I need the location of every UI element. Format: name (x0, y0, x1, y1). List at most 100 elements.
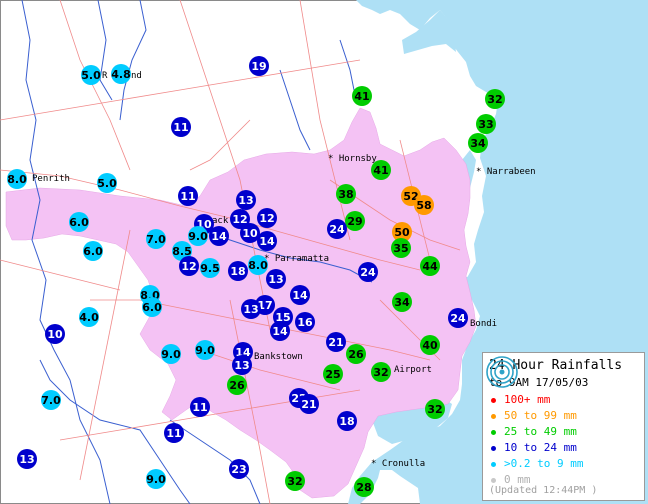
gauge-value: 24 (360, 266, 376, 279)
gauge-value: 50 (394, 226, 410, 239)
rain-gauge-badge: 9.0 (195, 340, 215, 360)
gauge-value: 35 (393, 242, 408, 255)
gauge-value: 6.0 (83, 245, 103, 258)
rain-gauge-badge: 25 (323, 364, 343, 384)
gauge-value: 11 (180, 190, 195, 203)
gauge-value: 25 (325, 368, 340, 381)
rain-gauge-badge: 44 (420, 256, 440, 276)
gauge-value: 34 (470, 137, 486, 150)
rain-gauge-badge: 6.0 (69, 212, 89, 232)
rain-gauge-badge: 14 (209, 226, 229, 246)
gauge-value: 14 (292, 289, 308, 302)
rain-gauge-badge: 29 (345, 211, 365, 231)
legend-dot-icon (491, 445, 496, 451)
gauge-value: 8.0 (248, 259, 268, 272)
gauge-value: 12 (181, 260, 196, 273)
rain-gauge-badge: 41 (371, 160, 391, 180)
gauge-value: 41 (373, 164, 388, 177)
gauge-value: 21 (301, 398, 316, 411)
rain-gauge-badge: 34 (392, 292, 412, 312)
gauge-value: 19 (251, 60, 266, 73)
rain-gauge-badge: 4.8 (111, 64, 131, 84)
rain-gauge-badge: 24 (448, 308, 468, 328)
gauge-value: 34 (394, 296, 410, 309)
gauge-value: 14 (211, 230, 227, 243)
rain-gauge-badge: 13 (232, 355, 252, 375)
rain-gauge-badge: 24 (358, 262, 378, 282)
legend-item: 50 to 99 mm (491, 409, 577, 422)
place-blacktown: ack (212, 216, 229, 226)
gauge-value: 38 (338, 188, 353, 201)
gauge-value: 5.0 (81, 69, 101, 82)
rain-gauge-badge: 9.0 (146, 469, 166, 489)
legend-dot-icon (491, 461, 496, 467)
gauge-value: 13 (243, 303, 258, 316)
gauge-value: 5.0 (97, 177, 117, 190)
gauge-value: 32 (487, 93, 502, 106)
rain-gauge-badge: 10 (45, 324, 65, 344)
legend-dot-icon (491, 413, 496, 419)
gauge-value: 7.0 (41, 394, 61, 407)
place-richmond-end: nd (131, 71, 142, 81)
rain-gauge-badge: 16 (295, 312, 315, 332)
rain-gauge-badge: 32 (425, 399, 445, 419)
gauge-value: 18 (230, 265, 245, 278)
bom-logo-icon (486, 356, 518, 388)
legend-item: 10 to 24 mm (491, 441, 577, 454)
rain-gauge-badge: 19 (249, 56, 269, 76)
rain-gauge-badge: 6.0 (83, 241, 103, 261)
gauge-value: 4.0 (79, 311, 99, 324)
gauge-value: 13 (238, 194, 253, 207)
rain-gauge-badge: 7.0 (146, 229, 166, 249)
legend-dot-icon (491, 397, 496, 403)
gauge-value: 8.0 (7, 173, 27, 186)
rain-gauge-badge: 11 (190, 397, 210, 417)
rain-gauge-badge: 9.5 (200, 258, 220, 278)
rain-gauge-badge: 11 (178, 186, 198, 206)
rain-gauge-badge: 26 (227, 375, 247, 395)
gauge-value: 9.0 (188, 230, 208, 243)
rain-gauge-badge: 34 (468, 133, 488, 153)
legend-label: 25 to 49 mm (504, 425, 577, 438)
legend-label: 50 to 99 mm (504, 409, 577, 422)
rain-gauge-badge: 4.0 (79, 307, 99, 327)
rain-gauge-badge: 9.0 (188, 226, 208, 246)
rain-gauge-badge: 11 (171, 117, 191, 137)
rain-gauge-badge: 12 (179, 256, 199, 276)
rain-gauge-badge: 18 (337, 411, 357, 431)
gauge-value: 14 (259, 235, 275, 248)
gauge-value: 24 (329, 223, 345, 236)
gauge-value: 13 (268, 273, 283, 286)
gauge-value: 26 (229, 379, 245, 392)
rain-gauge-badge: 35 (391, 238, 411, 258)
rain-gauge-badge: 33 (476, 114, 496, 134)
gauge-value: 18 (339, 415, 354, 428)
rain-gauge-badge: 5.0 (97, 173, 117, 193)
gauge-value: 6.0 (69, 216, 89, 229)
rain-gauge-badge: 11 (164, 423, 184, 443)
gauge-value: 11 (192, 401, 207, 414)
rain-gauge-badge: 14 (270, 321, 290, 341)
rain-gauge-badge: 28 (354, 477, 374, 497)
rain-gauge-badge: 41 (352, 86, 372, 106)
gauge-value: 12 (232, 213, 247, 226)
gauge-value: 7.0 (146, 233, 166, 246)
legend-label: >0.2 to 9 mm (504, 457, 584, 470)
rain-gauge-badge: 40 (420, 335, 440, 355)
place-penrith: Penrith (32, 174, 70, 184)
rain-gauge-badge: 8.0 (248, 255, 268, 275)
gauge-value: 44 (422, 260, 438, 273)
rain-gauge-badge: 9.0 (161, 344, 181, 364)
rain-gauge-badge: 13 (241, 299, 261, 319)
gauge-value: 9.0 (161, 348, 181, 361)
rain-gauge-badge: 21 (299, 394, 319, 414)
place-richmond: R (102, 71, 108, 81)
place-airport: Airport (394, 365, 432, 375)
rain-gauge-badge: 6.0 (142, 297, 162, 317)
rain-gauge-badge: 23 (229, 459, 249, 479)
rain-gauge-badge: 18 (228, 261, 248, 281)
gauge-value: 13 (234, 359, 249, 372)
rain-gauge-badge: 5.0 (81, 65, 101, 85)
rain-gauge-badge: 7.0 (41, 390, 61, 410)
gauge-value: 6.0 (142, 301, 162, 314)
